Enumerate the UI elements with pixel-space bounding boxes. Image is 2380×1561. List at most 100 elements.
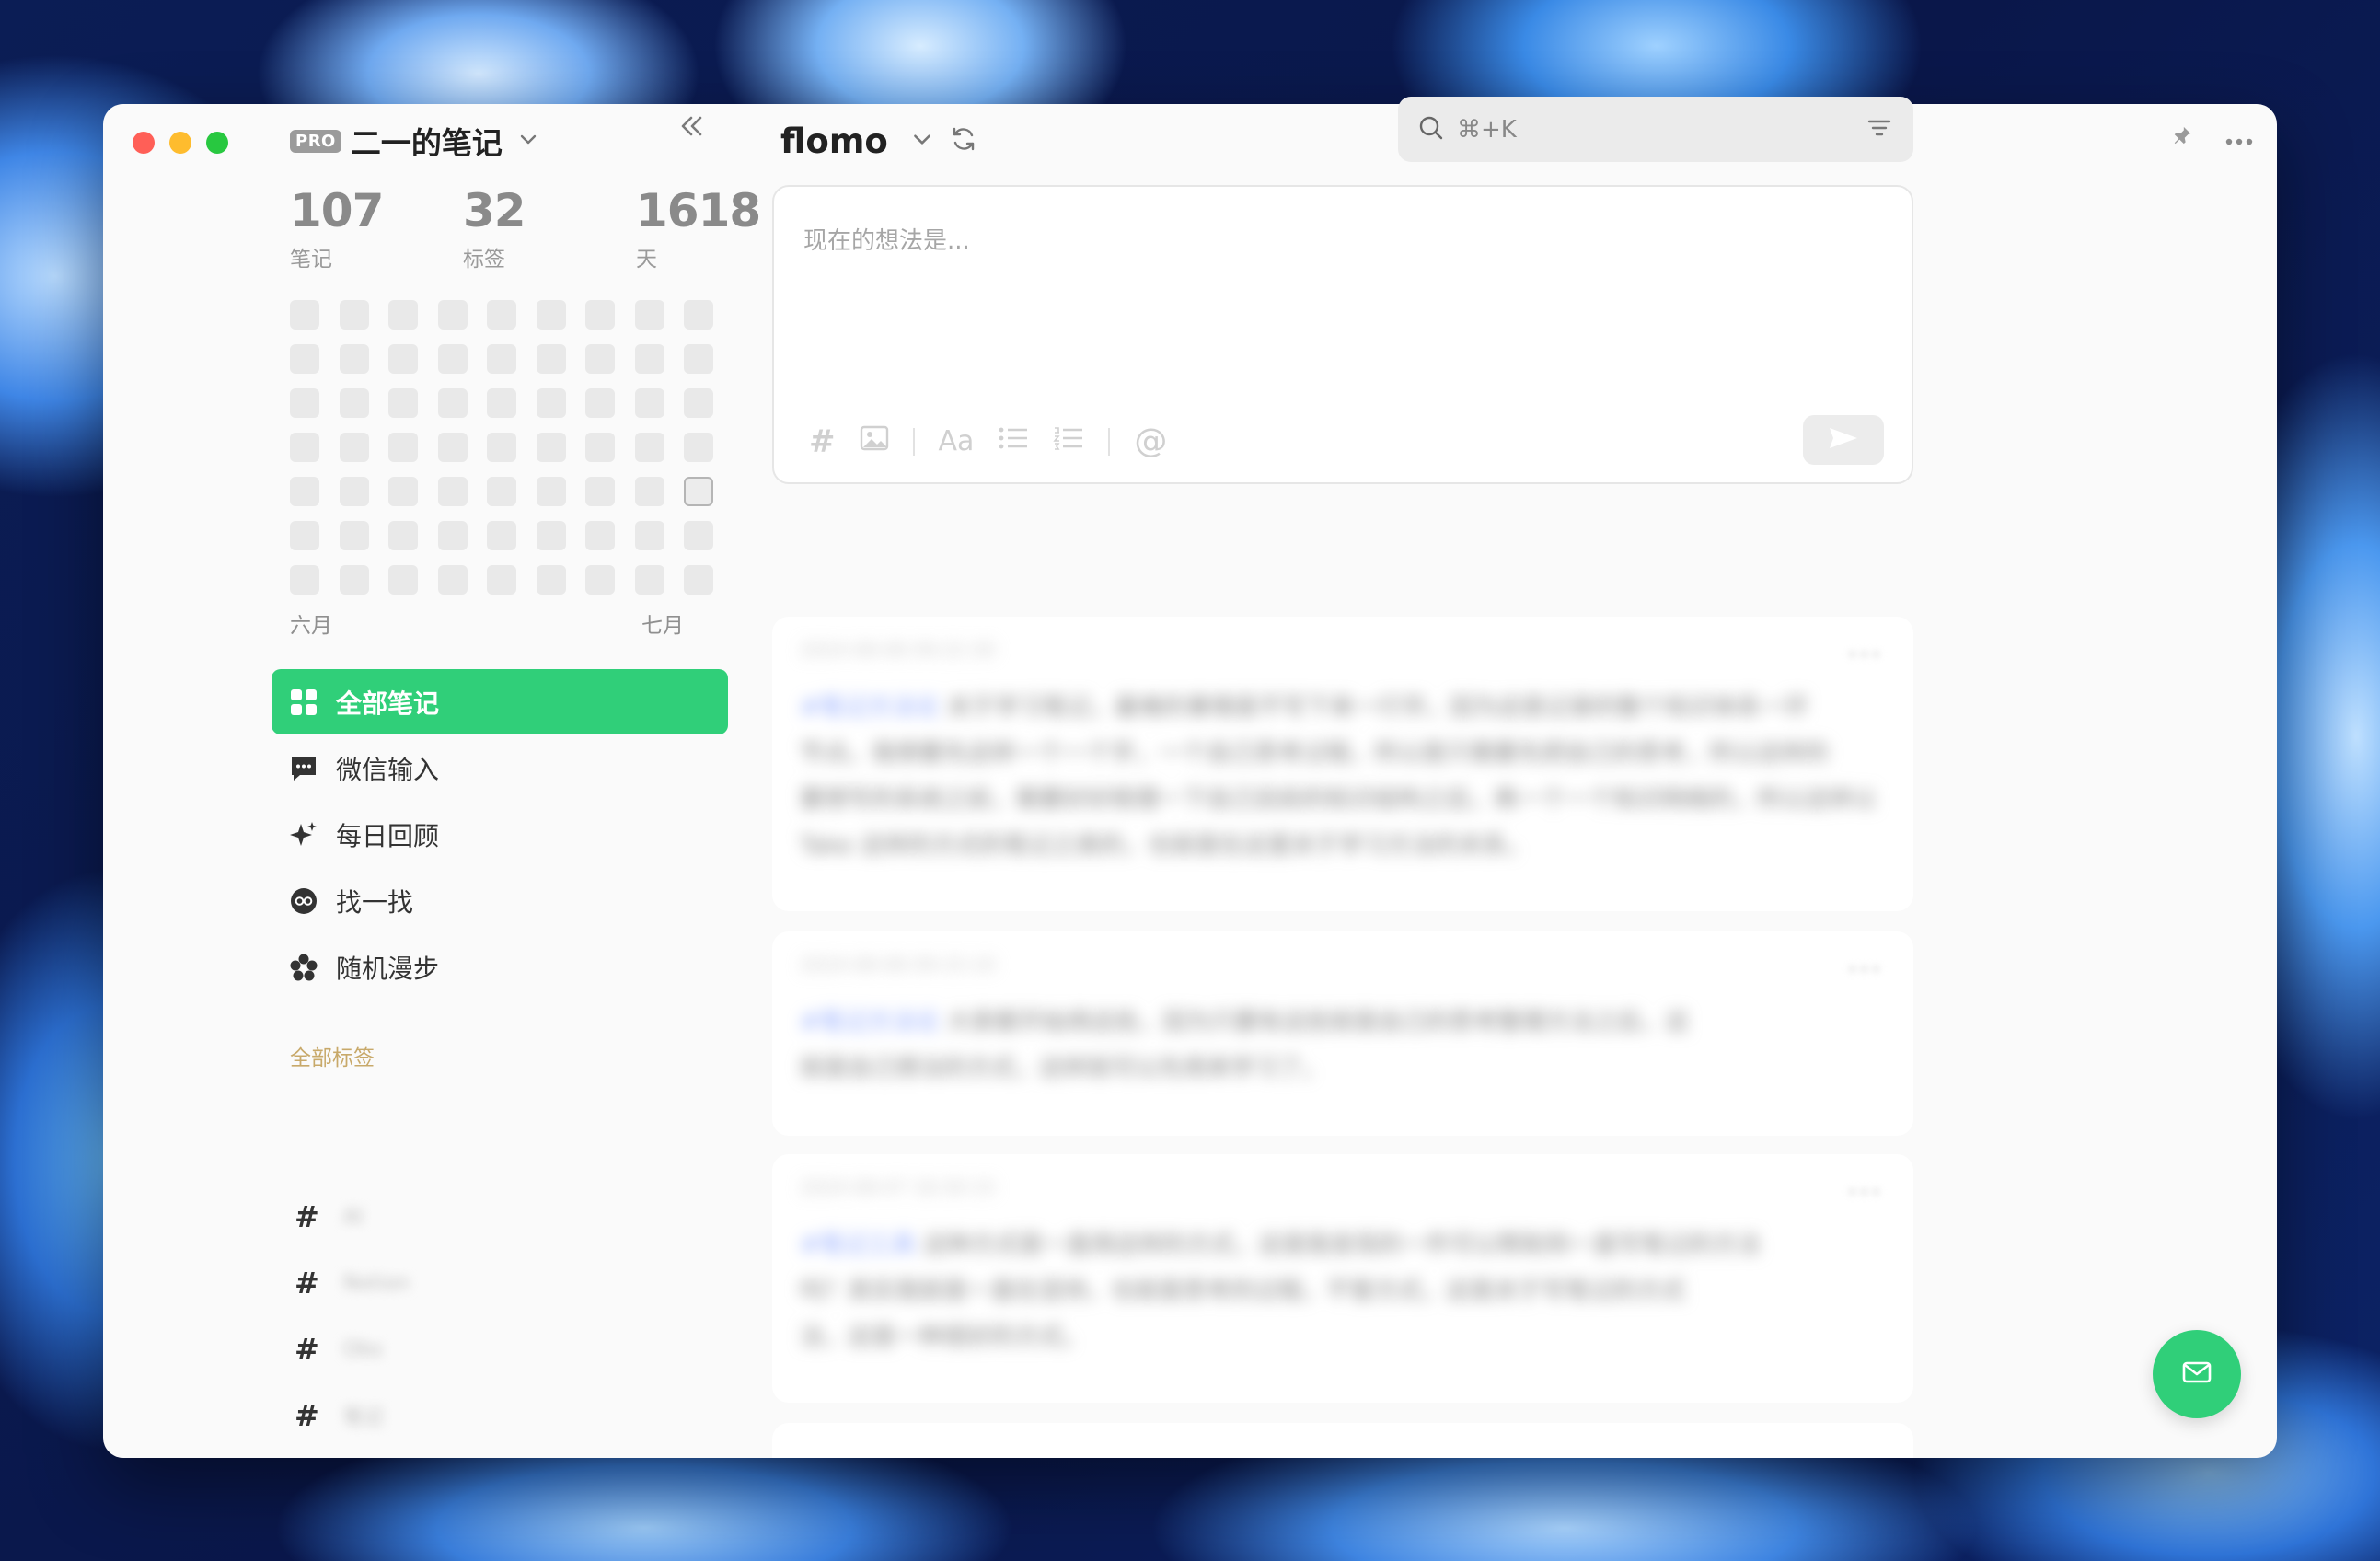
tag-item[interactable]: # Obs: [295, 1332, 383, 1367]
heatmap-cell[interactable]: [290, 477, 319, 506]
pin-icon[interactable]: [2172, 124, 2192, 152]
heatmap-cell[interactable]: [339, 344, 369, 374]
heatmap-cell[interactable]: [487, 433, 516, 462]
heatmap-cell[interactable]: [634, 477, 664, 506]
numbered-list-icon[interactable]: [1053, 424, 1084, 459]
heatmap-cell[interactable]: [339, 477, 369, 506]
note-line: Take 这样的方式的笔记之类的，也就是在这里关于学习方法的关系。: [800, 823, 1886, 869]
heatmap-cell[interactable]: [437, 477, 468, 506]
sidebar-item-daily-review[interactable]: 每日回顾: [272, 802, 728, 867]
zoom-window-button[interactable]: [206, 132, 228, 154]
contact-button[interactable]: [2153, 1330, 2241, 1418]
heatmap-cell[interactable]: [684, 388, 713, 418]
heatmap-cell[interactable]: [388, 477, 418, 506]
heatmap-cell[interactable]: [388, 433, 418, 462]
heatmap-cell[interactable]: [339, 388, 369, 418]
heatmap-cell[interactable]: [290, 388, 319, 418]
text-format-icon[interactable]: Aa: [939, 425, 975, 457]
heatmap-cell[interactable]: [684, 300, 713, 330]
note-text: 吗？其实我就是一直在坚持，也就是思考的过程，不管方式，这是关于写笔记的方式: [800, 1278, 1686, 1305]
sidebar-item-all-notes[interactable]: 全部笔记: [272, 669, 728, 734]
hashtag-icon[interactable]: #: [809, 423, 836, 460]
note-line: 就是自己想法的方式，这样就可以先用来学习了。: [800, 1046, 1886, 1092]
heatmap-cell[interactable]: [536, 521, 566, 550]
heatmap-cell[interactable]: [585, 300, 615, 330]
heatmap-cell[interactable]: [585, 388, 615, 418]
image-icon[interactable]: [860, 424, 889, 459]
note-text: 节点。我想要先这样一个一个字，一个自己思考过程，所以是只需要先把自己的思考，所以…: [800, 740, 1830, 768]
heatmap-cell[interactable]: [536, 477, 566, 506]
chevron-down-icon[interactable]: [910, 127, 934, 155]
heatmap-cell[interactable]: [585, 344, 615, 374]
note-card[interactable]: ••• 2024-08-07 18:30:15 #笔记工具 这种方式是一直用这样…: [772, 1154, 1913, 1403]
heatmap-cell[interactable]: [634, 433, 664, 462]
sync-icon[interactable]: [949, 124, 978, 157]
heatmap-cell[interactable]: [536, 433, 566, 462]
heatmap-cell[interactable]: [339, 521, 369, 550]
heatmap-cell[interactable]: [290, 565, 319, 595]
heatmap-cell[interactable]: [339, 300, 369, 330]
heatmap-cell[interactable]: [437, 565, 468, 595]
heatmap-cell[interactable]: [684, 521, 713, 550]
heatmap-cell[interactable]: [585, 521, 615, 550]
send-button[interactable]: [1803, 415, 1884, 465]
heatmap-cell[interactable]: [684, 344, 713, 374]
sidebar-item-random-walk[interactable]: 随机漫步: [272, 934, 728, 1000]
heatmap-cell[interactable]: [487, 565, 516, 595]
heatmap-cell[interactable]: [634, 300, 664, 330]
search-input[interactable]: ⌘+K: [1398, 97, 1913, 162]
more-options-icon[interactable]: [2225, 124, 2253, 152]
heatmap-cell[interactable]: [487, 521, 516, 550]
heatmap-cell[interactable]: [290, 433, 319, 462]
mention-icon[interactable]: @: [1134, 422, 1167, 460]
heatmap-cell[interactable]: [487, 477, 516, 506]
heatmap-cell[interactable]: [585, 433, 615, 462]
heatmap-cell[interactable]: [634, 388, 664, 418]
heatmap-cell-today[interactable]: [684, 477, 713, 506]
heatmap-cell[interactable]: [585, 477, 615, 506]
account-switcher[interactable]: PRO 二一的笔记: [290, 109, 539, 173]
heatmap-cell[interactable]: [437, 300, 468, 330]
bullet-list-icon[interactable]: [998, 424, 1029, 459]
heatmap-cell[interactable]: [290, 521, 319, 550]
heatmap-cell[interactable]: [536, 388, 566, 418]
collapse-sidebar-button[interactable]: [676, 110, 707, 145]
heatmap-cell[interactable]: [634, 521, 664, 550]
heatmap-cell[interactable]: [437, 388, 468, 418]
heatmap-cell[interactable]: [684, 433, 713, 462]
tag-item[interactable]: # Notion: [295, 1266, 410, 1301]
heatmap-cell[interactable]: [339, 433, 369, 462]
heatmap-cell[interactable]: [290, 300, 319, 330]
sidebar-item-wechat-input[interactable]: 微信输入: [272, 735, 728, 801]
heatmap-cell[interactable]: [339, 565, 369, 595]
heatmap-cell[interactable]: [487, 344, 516, 374]
heatmap-cell[interactable]: [388, 344, 418, 374]
heatmap-cell[interactable]: [388, 388, 418, 418]
close-window-button[interactable]: [133, 132, 155, 154]
note-card[interactable]: ••• 2024-08-08 09:22:30 #笔记方法论 关于学习笔记，最难…: [772, 617, 1913, 911]
heatmap-cell[interactable]: [437, 344, 468, 374]
heatmap-cell[interactable]: [536, 300, 566, 330]
note-card[interactable]: [772, 1423, 1913, 1458]
heatmap-cell[interactable]: [487, 388, 516, 418]
heatmap-cell[interactable]: [437, 521, 468, 550]
heatmap-cell[interactable]: [388, 300, 418, 330]
heatmap-cell[interactable]: [634, 344, 664, 374]
heatmap-cell[interactable]: [536, 344, 566, 374]
heatmap-cell[interactable]: [437, 433, 468, 462]
sidebar-item-search[interactable]: 找一找: [272, 868, 728, 933]
heatmap-cell[interactable]: [388, 565, 418, 595]
heatmap-cell[interactable]: [585, 565, 615, 595]
tag-item[interactable]: # 笔记: [295, 1398, 384, 1433]
heatmap-cell[interactable]: [536, 565, 566, 595]
filter-icon[interactable]: [1866, 114, 1893, 145]
heatmap-cell[interactable]: [388, 521, 418, 550]
heatmap-cell[interactable]: [634, 565, 664, 595]
heatmap-cell[interactable]: [684, 565, 713, 595]
tag-item[interactable]: # AI: [295, 1199, 363, 1234]
note-card[interactable]: ••• 2024-08-08 09:15:10 #笔记方法论 大家都开始用这些，…: [772, 931, 1913, 1136]
minimize-window-button[interactable]: [169, 132, 191, 154]
note-editor[interactable]: 现在的想法是... # Aa @: [772, 185, 1913, 484]
heatmap-cell[interactable]: [487, 300, 516, 330]
heatmap-cell[interactable]: [290, 344, 319, 374]
